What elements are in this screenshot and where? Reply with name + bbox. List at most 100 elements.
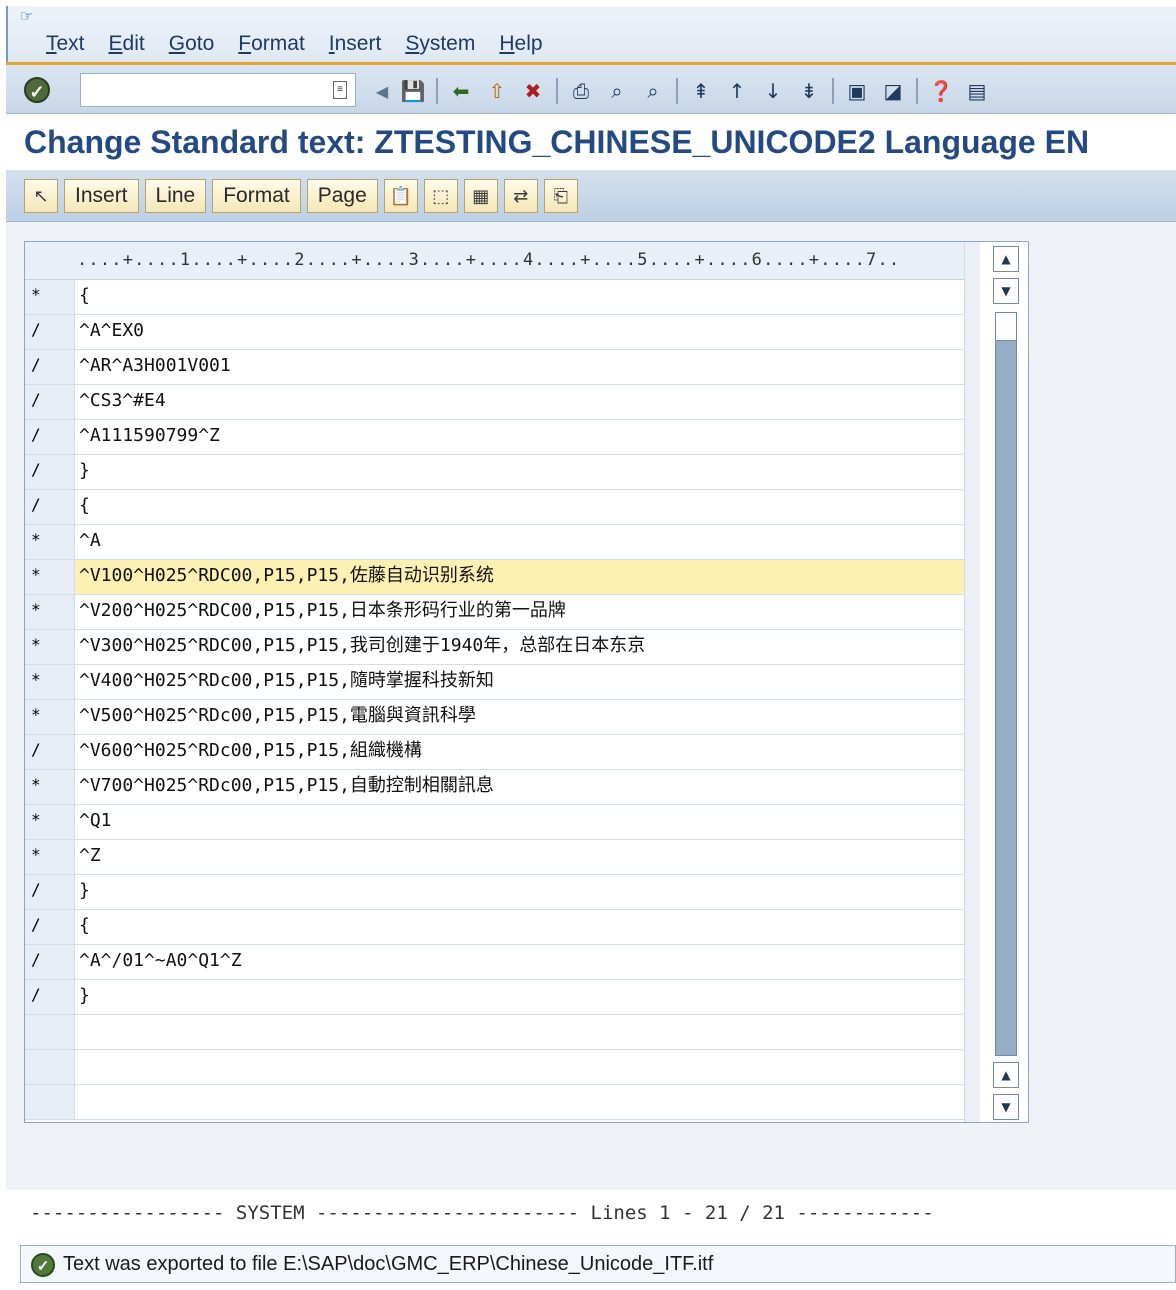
paragraph-format-cell[interactable]: *: [25, 770, 75, 804]
mark-icon[interactable]: ▦: [463, 179, 498, 213]
save-icon[interactable]: 💾: [398, 76, 428, 106]
scroll-bottom-icon[interactable]: ▼: [993, 1094, 1019, 1120]
exit-icon[interactable]: ⇧: [482, 76, 512, 106]
layout-menu-icon[interactable]: ▤: [962, 76, 992, 106]
paragraph-format-cell[interactable]: /: [25, 910, 75, 944]
editor-line[interactable]: * ^V100^H025^RDC00,P15,P15,佐藤自动识别系统: [25, 560, 964, 595]
move-icon[interactable]: ⇄: [503, 179, 538, 213]
editor-line[interactable]: [25, 1015, 964, 1050]
scroll-thumb[interactable]: [996, 313, 1016, 341]
paragraph-format-cell[interactable]: /: [25, 980, 75, 1014]
paragraph-format-cell[interactable]: /: [25, 385, 75, 419]
paragraph-format-cell[interactable]: /: [25, 875, 75, 909]
previous-page-icon[interactable]: ↑: [722, 76, 752, 106]
insert-button[interactable]: Insert: [64, 179, 139, 213]
paragraph-format-cell[interactable]: *: [25, 525, 75, 559]
last-page-icon[interactable]: ⇟: [794, 76, 824, 106]
scroll-top-icon[interactable]: ▲: [993, 246, 1019, 272]
line-text-cell[interactable]: ^V400^H025^RDc00,P15,P15,隨時掌握科技新知: [75, 665, 964, 699]
editor-line[interactable]: [25, 1050, 964, 1085]
line-text-cell[interactable]: [75, 1015, 964, 1049]
line-text-cell[interactable]: }: [75, 455, 964, 489]
format-button[interactable]: Format: [212, 179, 301, 213]
collapse-left-icon[interactable]: ◀: [372, 76, 392, 106]
line-text-cell[interactable]: {: [75, 910, 964, 944]
line-button[interactable]: Line: [144, 179, 207, 213]
paragraph-format-cell[interactable]: /: [25, 455, 75, 489]
line-text-cell[interactable]: ^V200^H025^RDC00,P15,P15,日本条形码行业的第一品牌: [75, 595, 964, 629]
menu-goto[interactable]: Goto: [169, 32, 215, 56]
page-button[interactable]: Page: [306, 179, 378, 213]
editor-line[interactable]: / ^A^EX0: [25, 315, 964, 350]
line-text-cell[interactable]: ^V500^H025^RDc00,P15,P15,電腦與資訊科學: [75, 700, 964, 734]
editor-line[interactable]: [25, 1085, 964, 1120]
editor-line[interactable]: * ^V700^H025^RDc00,P15,P15,自動控制相關訊息: [25, 770, 964, 805]
message-bar[interactable]: ✓ Text was exported to file E:\SAP\doc\G…: [20, 1245, 1176, 1283]
paragraph-format-cell[interactable]: *: [25, 560, 75, 594]
menu-system[interactable]: System: [405, 32, 475, 56]
paste-icon[interactable]: 📋: [383, 179, 418, 213]
scroll-track[interactable]: [995, 312, 1017, 1056]
enter-check-icon[interactable]: ✓: [24, 77, 50, 103]
line-text-cell[interactable]: ^Q1: [75, 805, 964, 839]
first-page-icon[interactable]: ⇞: [686, 76, 716, 106]
paragraph-format-cell[interactable]: /: [25, 420, 75, 454]
paragraph-format-cell[interactable]: [25, 1050, 75, 1084]
editor-line[interactable]: * ^Z: [25, 840, 964, 875]
paragraph-format-cell[interactable]: /: [25, 315, 75, 349]
window-menu-icon[interactable]: ☞: [20, 8, 38, 24]
line-text-cell[interactable]: [75, 1085, 964, 1119]
command-field[interactable]: ≡: [80, 73, 356, 107]
line-text-cell[interactable]: ^CS3^#E4: [75, 385, 964, 419]
line-text-cell[interactable]: ^A^/01^~A0^Q1^Z: [75, 945, 964, 979]
print-icon[interactable]: ⎙: [566, 76, 596, 106]
paragraph-format-cell[interactable]: /: [25, 490, 75, 524]
editor-line[interactable]: /{: [25, 910, 964, 945]
paragraph-format-cell[interactable]: /: [25, 350, 75, 384]
editor-line[interactable]: / ^A111590799^Z: [25, 420, 964, 455]
line-text-cell[interactable]: ^V700^H025^RDc00,P15,P15,自動控制相關訊息: [75, 770, 964, 804]
editor-line[interactable]: / ^V600^H025^RDc00,P15,P15,組織機構: [25, 735, 964, 770]
editor-line[interactable]: * ^V400^H025^RDc00,P15,P15,隨時掌握科技新知: [25, 665, 964, 700]
cancel-icon[interactable]: ✖: [518, 76, 548, 106]
menu-text[interactable]: Text: [46, 32, 85, 56]
line-text-cell[interactable]: ^V100^H025^RDC00,P15,P15,佐藤自动识别系统: [75, 560, 964, 594]
paragraph-format-cell[interactable]: *: [25, 630, 75, 664]
line-text-cell[interactable]: ^A: [75, 525, 964, 559]
line-text-cell[interactable]: }: [75, 980, 964, 1014]
paragraph-format-cell[interactable]: [25, 1085, 75, 1119]
command-history-icon[interactable]: ≡: [333, 81, 347, 99]
select-cursor-icon[interactable]: ↖: [24, 179, 58, 213]
editor-line[interactable]: /}: [25, 875, 964, 910]
editor-line[interactable]: /}: [25, 455, 964, 490]
editor-line[interactable]: /}: [25, 980, 964, 1015]
insert-text-icon[interactable]: ⎗: [543, 179, 578, 213]
select-block-icon[interactable]: ⬚: [423, 179, 458, 213]
line-text-cell[interactable]: {: [75, 280, 964, 314]
line-text-cell[interactable]: ^AR^A3H001V001: [75, 350, 964, 384]
paragraph-format-cell[interactable]: *: [25, 595, 75, 629]
next-page-icon[interactable]: ↓: [758, 76, 788, 106]
paragraph-format-cell[interactable]: *: [25, 840, 75, 874]
editor-line[interactable]: * ^V300^H025^RDC00,P15,P15,我司创建于1940年，总部在…: [25, 630, 964, 665]
line-text-cell[interactable]: ^V600^H025^RDc00,P15,P15,組織機構: [75, 735, 964, 769]
menu-insert[interactable]: Insert: [329, 32, 382, 56]
paragraph-format-cell[interactable]: *: [25, 665, 75, 699]
editor-line[interactable]: / ^CS3^#E4: [25, 385, 964, 420]
new-session-icon[interactable]: ▣: [842, 76, 872, 106]
paragraph-format-cell[interactable]: /: [25, 735, 75, 769]
line-text-cell[interactable]: ^A111590799^Z: [75, 420, 964, 454]
editor-line[interactable]: /{: [25, 490, 964, 525]
scroll-up-icon[interactable]: ▼: [993, 278, 1019, 304]
editor-line[interactable]: * ^Q1: [25, 805, 964, 840]
line-text-cell[interactable]: ^A^EX0: [75, 315, 964, 349]
find-icon[interactable]: ⌕: [602, 76, 632, 106]
editor-line[interactable]: * ^V500^H025^RDc00,P15,P15,電腦與資訊科學: [25, 700, 964, 735]
line-text-cell[interactable]: ^Z: [75, 840, 964, 874]
editor-line[interactable]: *{: [25, 280, 964, 315]
paragraph-format-cell[interactable]: *: [25, 280, 75, 314]
shortcut-icon[interactable]: ◪: [878, 76, 908, 106]
vertical-scrollbar[interactable]: ▲ ▼ ▲ ▼: [993, 246, 1019, 1120]
line-text-cell[interactable]: }: [75, 875, 964, 909]
paragraph-format-cell[interactable]: [25, 1015, 75, 1049]
